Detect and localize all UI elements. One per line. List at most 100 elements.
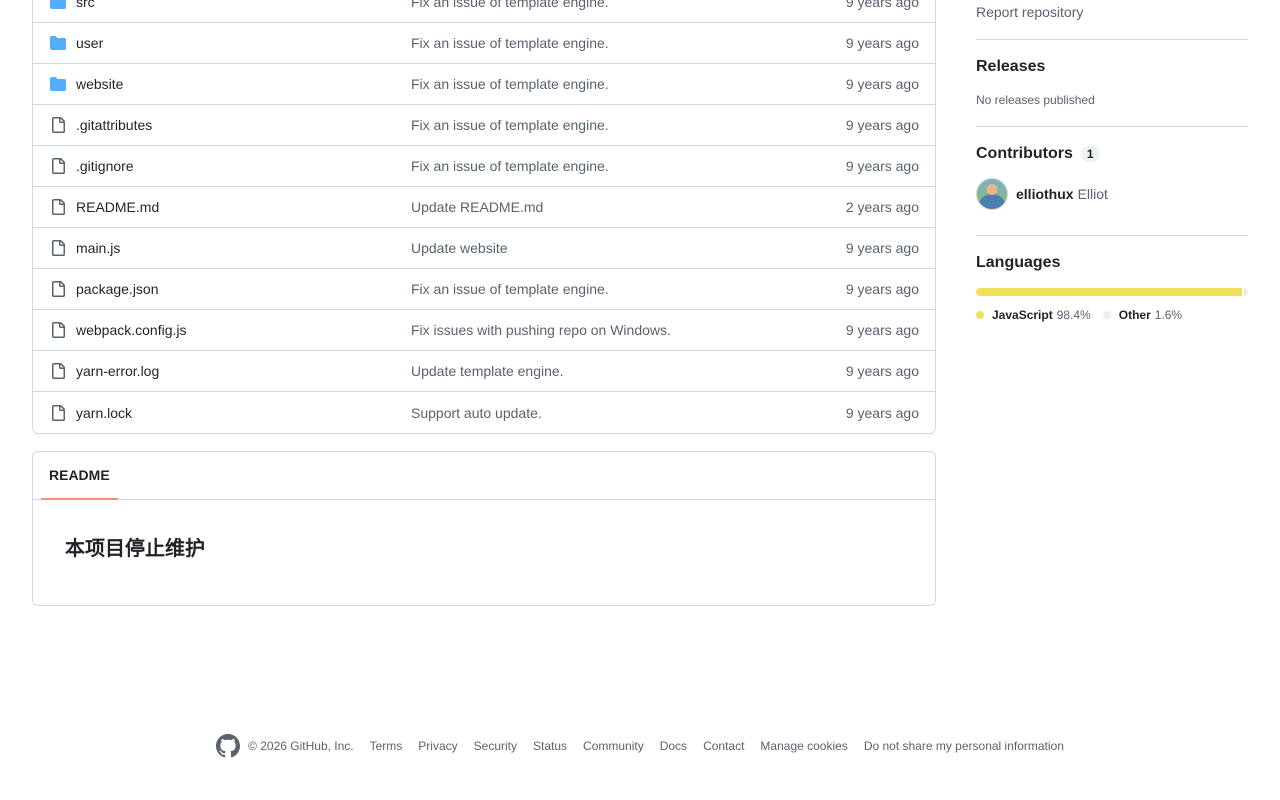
commit-message-link[interactable]: Fix an issue of template engine. — [411, 76, 846, 92]
readme-box: README 本项目停止维护 — [32, 451, 936, 606]
language-item[interactable]: Other 1.6% — [1102, 308, 1183, 322]
github-logo-icon[interactable] — [216, 734, 241, 758]
file-icon — [49, 363, 67, 379]
releases-title: Releases — [976, 58, 1046, 75]
footer-link-privacy[interactable]: Privacy — [418, 739, 457, 753]
commit-message-link[interactable]: Fix issues with pushing repo on Windows. — [411, 322, 846, 338]
contributor-item[interactable]: elliothux Elliot — [976, 178, 1108, 210]
file-icon — [49, 322, 67, 338]
file-name-link[interactable]: .gitattributes — [76, 117, 411, 133]
releases-empty-text: No releases published — [976, 93, 1095, 107]
file-row[interactable]: package.json Fix an issue of template eng… — [33, 269, 935, 310]
footer-link-community[interactable]: Community — [583, 739, 644, 753]
commit-age: 9 years ago — [845, 158, 919, 174]
divider — [976, 39, 1248, 40]
footer-link-manage-cookies[interactable]: Manage cookies — [760, 739, 847, 753]
file-icon — [49, 240, 67, 256]
file-row[interactable]: README.md Update README.md 2 years ago — [33, 187, 935, 228]
file-name-link[interactable]: package.json — [76, 281, 411, 297]
commit-message-link[interactable]: Fix an issue of template engine. — [411, 117, 846, 133]
footer-link-terms[interactable]: Terms — [370, 739, 403, 753]
commit-age: 9 years ago — [845, 363, 919, 379]
contributors-title: Contributors — [976, 145, 1073, 162]
readme-heading: 本项目停止维护 — [65, 536, 205, 560]
language-name: Other — [1118, 308, 1151, 322]
file-icon — [49, 199, 67, 215]
file-name-link[interactable]: main.js — [76, 240, 411, 256]
footer-link-security[interactable]: Security — [474, 739, 517, 753]
commit-age: 9 years ago — [845, 404, 919, 421]
language-legend: JavaScript 98.4% Other 1.6% — [976, 308, 1194, 322]
file-row[interactable]: yarn-error.log Update template engine. 9 y… — [33, 351, 935, 392]
releases-heading[interactable]: Releases — [976, 58, 1045, 76]
file-name-link[interactable]: src — [76, 0, 411, 10]
language-bar — [976, 288, 1248, 296]
file-row[interactable]: .gitignore Fix an issue of template engin… — [33, 146, 935, 187]
file-table: src Fix an issue of template engine. 9 yea… — [32, 0, 936, 434]
file-row[interactable]: .gitattributes Fix an issue of template e… — [33, 105, 935, 146]
footer: © 2026 GitHub, Inc. Terms Privacy Security… — [0, 734, 1280, 758]
languages-title: Languages — [976, 254, 1061, 271]
file-row[interactable]: src Fix an issue of template engine. 9 yea… — [33, 0, 935, 23]
file-name-link[interactable]: yarn.lock — [76, 405, 411, 421]
commit-message-link[interactable]: Fix an issue of template engine. — [411, 35, 846, 51]
contributor-login[interactable]: elliothux — [1016, 186, 1074, 202]
file-name-link[interactable]: website — [76, 76, 411, 92]
commit-message-link[interactable]: Fix an issue of template engine. — [411, 0, 846, 10]
avatar[interactable] — [976, 178, 1008, 210]
footer-link-do-not-share-my-personal-information[interactable]: Do not share my personal information — [864, 739, 1064, 753]
readme-tabbar: README — [33, 452, 935, 500]
language-percent: 98.4% — [1056, 308, 1091, 322]
contributor-name: Elliot — [1077, 186, 1108, 202]
divider — [976, 126, 1248, 127]
readme-tab[interactable]: README — [41, 452, 118, 500]
file-icon — [49, 281, 67, 297]
language-name: JavaScript — [992, 308, 1053, 322]
file-name-link[interactable]: user — [76, 35, 411, 51]
file-name-link[interactable]: README.md — [76, 199, 411, 215]
footer-link-contact[interactable]: Contact — [703, 739, 744, 753]
file-row[interactable]: webpack.config.js Fix issues with pushing… — [33, 310, 935, 351]
contributors-count-badge: 1 — [1080, 146, 1100, 162]
language-percent: 1.6% — [1154, 308, 1183, 322]
language-color-dot-icon — [976, 311, 984, 319]
commit-message-link[interactable]: Support auto update. — [411, 405, 846, 421]
folder-icon — [49, 35, 67, 51]
report-repository-link[interactable]: Report repository — [976, 4, 1083, 20]
file-icon — [49, 404, 67, 421]
file-name-link[interactable]: webpack.config.js — [76, 322, 411, 338]
footer-link-docs[interactable]: Docs — [660, 739, 687, 753]
commit-message-link[interactable]: Update README.md — [411, 199, 846, 215]
language-color-dot-icon — [1102, 311, 1111, 319]
file-name-link[interactable]: yarn-error.log — [76, 363, 411, 379]
file-row[interactable]: main.js Update website 9 years ago — [33, 228, 935, 269]
footer-link-status[interactable]: Status — [533, 739, 567, 753]
readme-content: 本项目停止维护 — [33, 500, 935, 593]
commit-age: 9 years ago — [845, 240, 919, 256]
file-icon — [49, 158, 67, 174]
commit-age: 9 years ago — [845, 76, 919, 92]
divider — [976, 235, 1248, 236]
file-row[interactable]: yarn.lock Support auto update. 9 years ago — [33, 392, 935, 433]
contributors-heading[interactable]: Contributors 1 — [976, 145, 1100, 163]
commit-age: 9 years ago — [845, 0, 919, 10]
file-icon — [49, 117, 67, 133]
commit-message-link[interactable]: Update template engine. — [411, 363, 846, 379]
commit-age: 9 years ago — [845, 281, 919, 297]
languages-heading: Languages — [976, 254, 1060, 272]
commit-age: 2 years ago — [845, 199, 919, 215]
file-row[interactable]: user Fix an issue of template engine. 9 ye… — [33, 23, 935, 64]
commit-age: 9 years ago — [845, 322, 919, 338]
language-bar-segment — [976, 288, 1242, 296]
file-name-link[interactable]: .gitignore — [76, 158, 411, 174]
commit-age: 9 years ago — [845, 117, 919, 133]
language-item[interactable]: JavaScript 98.4% — [976, 308, 1091, 322]
folder-icon — [49, 76, 67, 92]
file-row[interactable]: website Fix an issue of template engine. 9… — [33, 64, 935, 105]
footer-copyright: © 2026 GitHub, Inc. — [248, 739, 354, 753]
commit-message-link[interactable]: Fix an issue of template engine. — [411, 281, 846, 297]
commit-message-link[interactable]: Update website — [411, 240, 846, 256]
commit-age: 9 years ago — [845, 35, 919, 51]
folder-icon — [49, 0, 67, 10]
commit-message-link[interactable]: Fix an issue of template engine. — [411, 158, 846, 174]
